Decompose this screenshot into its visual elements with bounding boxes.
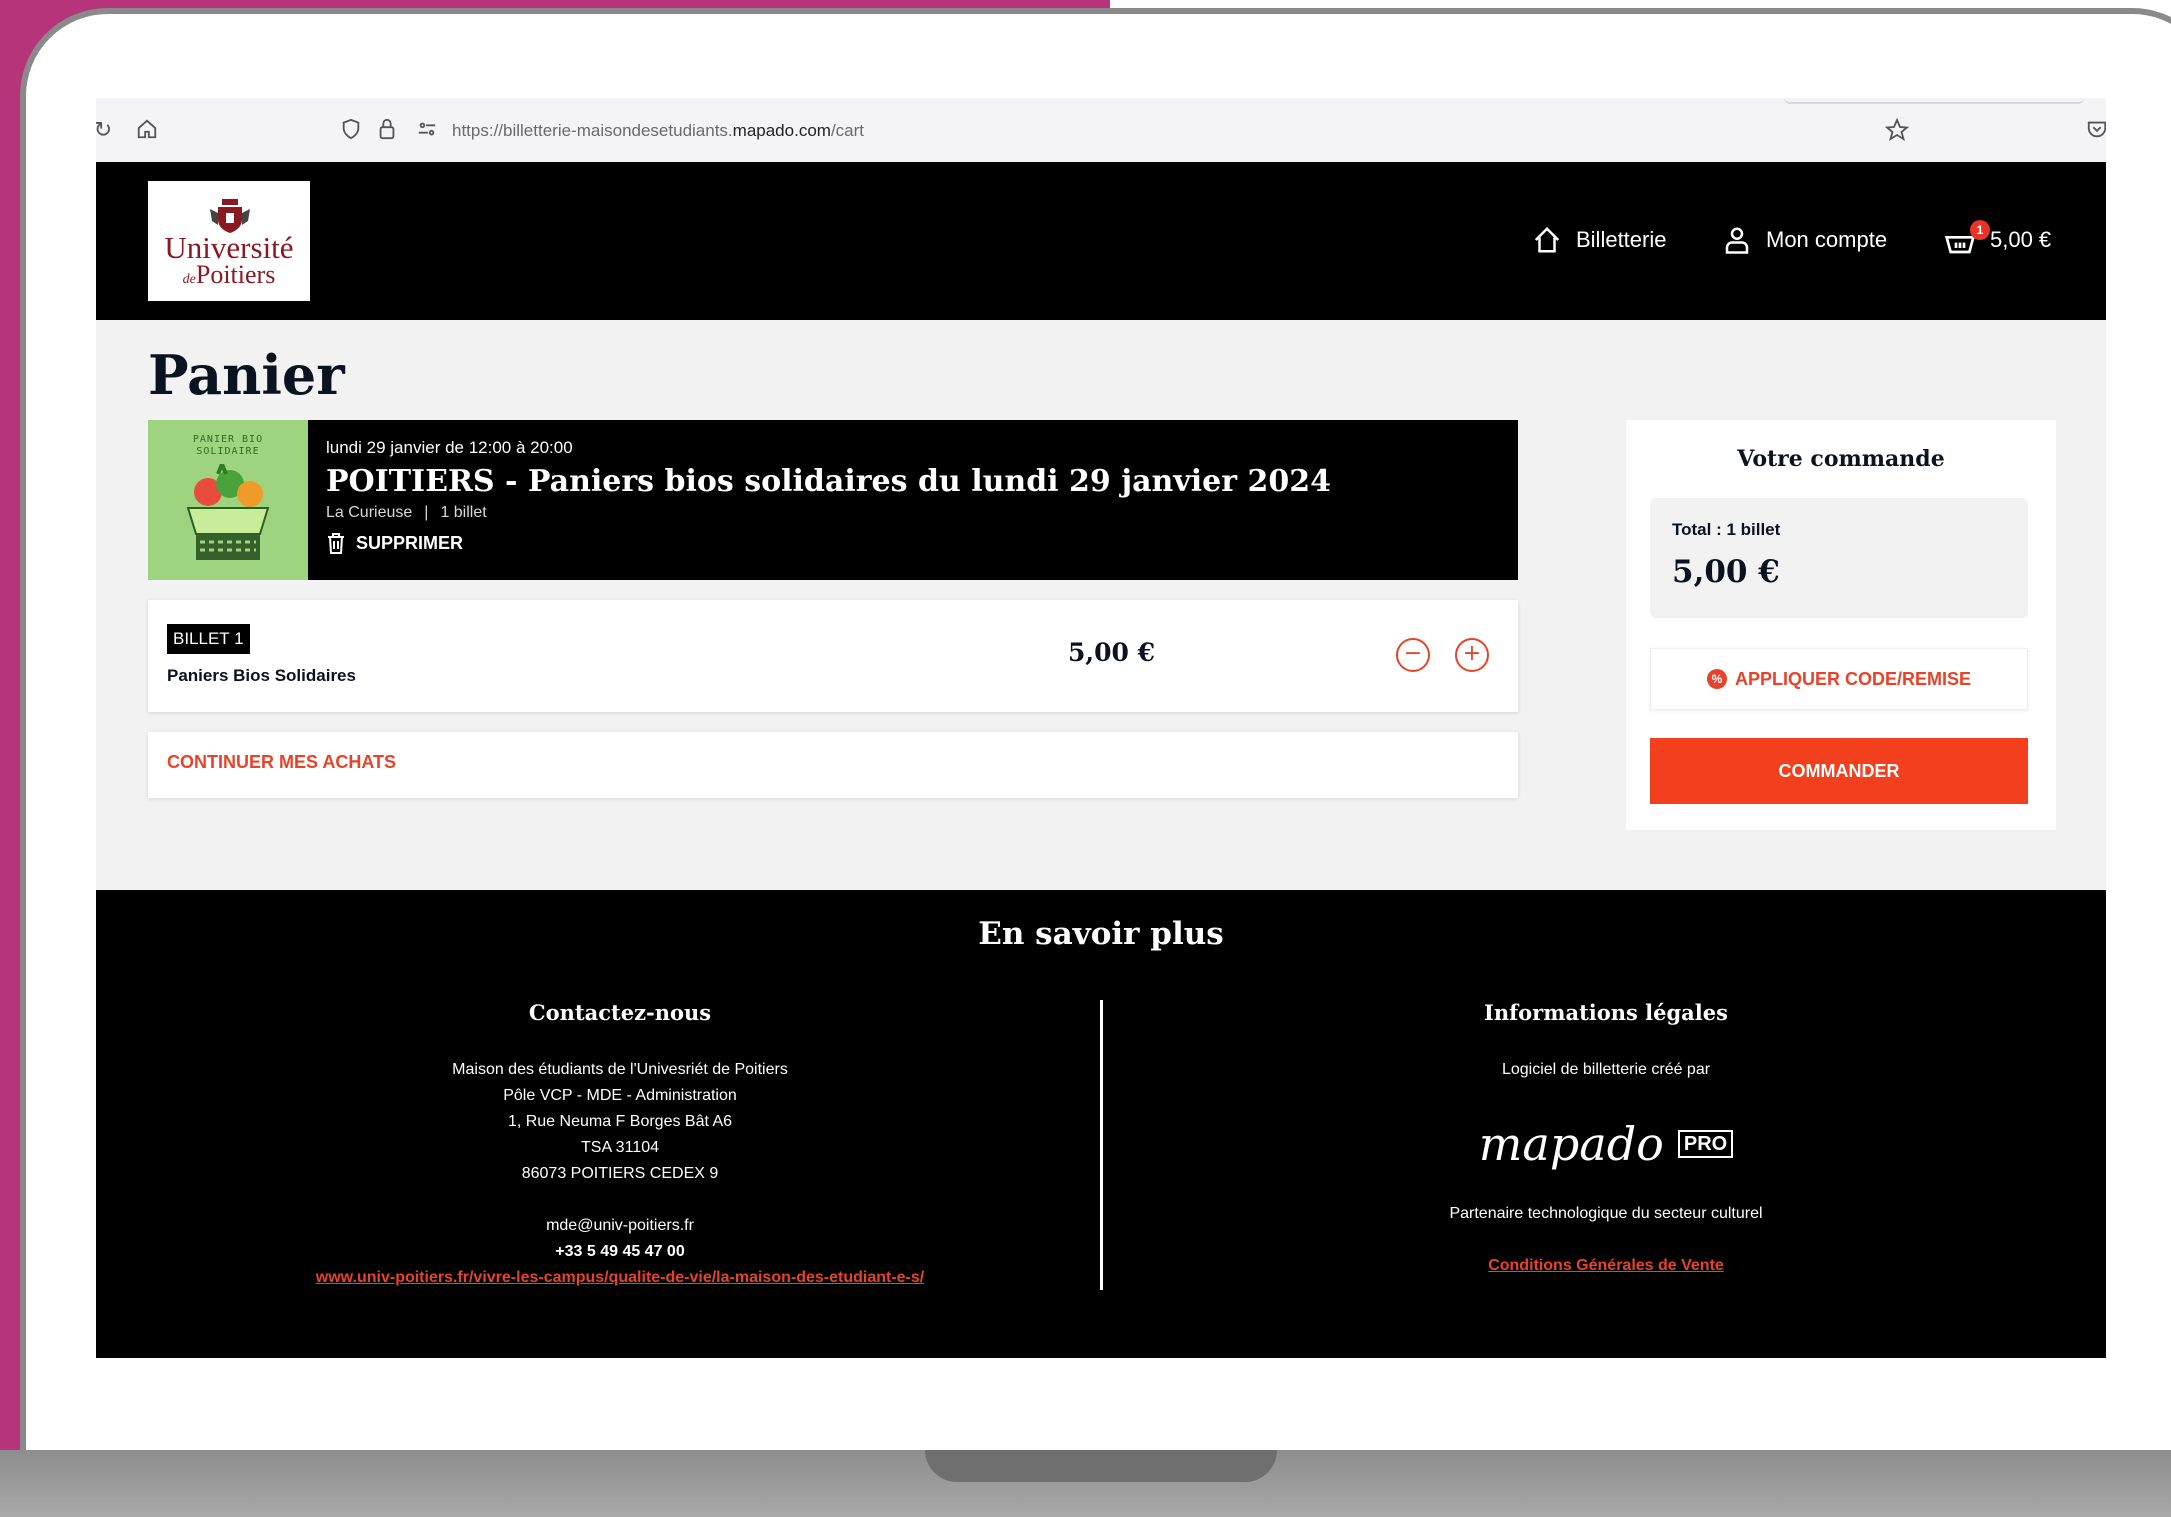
- shield-icon[interactable]: [338, 118, 364, 144]
- vegetable-basket-icon: [186, 464, 270, 560]
- logo-line2-name: Poitiers: [195, 260, 276, 289]
- mapado-pro-badge: PRO: [1677, 1130, 1734, 1158]
- contact-email[interactable]: mde@univ-poitiers.fr: [140, 1213, 1100, 1239]
- nav-account[interactable]: Mon compte: [1722, 220, 1887, 260]
- cgv-link[interactable]: Conditions Générales de Vente: [1126, 1253, 2086, 1279]
- contact-title: Contactez-nous: [528, 1000, 712, 1025]
- ticket-name: Paniers Bios Solidaires: [167, 666, 356, 685]
- event-meta: La Curieuse | 1 billet: [326, 504, 487, 522]
- trash-icon: [328, 533, 344, 554]
- order-summary-panel: Votre commande Total : 1 billet 5,00 € %…: [1626, 420, 2056, 830]
- event-card: PANIER BIO SOLIDAIRE lundi 29 janvier de…: [148, 420, 1518, 580]
- contact-website-link[interactable]: www.univ-poitiers.fr/vivre-les-campus/qu…: [140, 1265, 1100, 1291]
- nav-billetterie[interactable]: Billetterie: [1532, 220, 1666, 260]
- contact-phone[interactable]: +33 5 49 45 47 00: [140, 1239, 1100, 1265]
- legal-created-by: Logiciel de billetterie créé par: [1501, 1061, 1711, 1078]
- permissions-icon[interactable]: [414, 118, 440, 144]
- footer-legal: Informations légales Logiciel de billett…: [1126, 1000, 2086, 1279]
- url-prefix: https://billetterie-maisondesetudiants.: [452, 121, 733, 140]
- home-icon: [1534, 226, 1560, 253]
- cart-total: 5,00 €: [1990, 227, 2052, 252]
- continue-shopping-button[interactable]: CONTINUER MES ACHATS: [148, 732, 1518, 798]
- increase-quantity-button[interactable]: +: [1455, 638, 1489, 672]
- nav-account-label: Mon compte: [1766, 227, 1888, 252]
- mapado-logo[interactable]: mapado PRO: [1126, 1119, 2086, 1169]
- ticket-tag: BILLET 1: [167, 624, 250, 654]
- ticket-row: BILLET 1 Paniers Bios Solidaires 5,00 € …: [148, 600, 1518, 712]
- order-total-label: Total : 1 billet: [1672, 520, 1781, 539]
- order-button[interactable]: COMMANDER: [1650, 738, 2028, 804]
- order-title: Votre commande: [1737, 446, 1945, 472]
- address-bar[interactable]: https://billetterie-maisondesetudiants.m…: [452, 118, 864, 144]
- footer-title: En savoir plus: [978, 916, 1224, 952]
- contact-line: 1, Rue Neuma F Borges Bât A6: [507, 1113, 733, 1130]
- order-total-value: 5,00 €: [1672, 554, 1780, 590]
- lock-icon[interactable]: [374, 118, 400, 144]
- laptop-notch: [925, 1450, 1277, 1482]
- university-logo[interactable]: Université dePoitiers: [148, 181, 310, 301]
- logo-line2: dePoitiers: [156, 261, 302, 294]
- event-venue: La Curieuse: [326, 504, 413, 521]
- contact-line: 86073 POITIERS CEDEX 9: [521, 1165, 719, 1182]
- page-title: Panier: [148, 343, 345, 407]
- cart-main: Panier PANIER BIO SOLIDAIRE lundi 29 jan…: [96, 320, 2106, 890]
- user-icon: [1725, 227, 1749, 254]
- event-title: POITIERS - Paniers bios solidaires du lu…: [326, 464, 1331, 499]
- nav-billetterie-label: Billetterie: [1576, 227, 1667, 252]
- nav-cart[interactable]: 1 5,00 €: [1944, 220, 2051, 260]
- order-total-box: Total : 1 billet 5,00 €: [1650, 498, 2028, 618]
- mapado-wordmark: mapado: [1478, 1117, 1664, 1171]
- event-meta-separator: |: [424, 504, 429, 521]
- browser-tab[interactable]: [1784, 98, 2084, 104]
- crest-icon: [210, 199, 250, 233]
- reload-icon[interactable]: ↻: [96, 118, 116, 144]
- legal-partner: Partenaire technologique du secteur cult…: [1449, 1205, 1763, 1222]
- contact-line: Maison des étudiants de l'Univesriét de …: [452, 1061, 788, 1078]
- continue-shopping-label: CONTINUER MES ACHATS: [167, 752, 396, 772]
- event-thumbnail[interactable]: PANIER BIO SOLIDAIRE: [148, 420, 308, 580]
- ticket-price: 5,00 €: [1068, 638, 1155, 667]
- discount-icon: %: [1706, 669, 1727, 689]
- contact-line: TSA 31104: [581, 1139, 659, 1156]
- event-thumbnail-label: PANIER BIO SOLIDAIRE: [192, 434, 264, 457]
- cart-icon-wrap: 1: [1944, 220, 1990, 256]
- url-path: /cart: [830, 121, 864, 140]
- footer-divider: [1100, 1000, 1103, 1290]
- pocket-icon[interactable]: [2084, 118, 2106, 144]
- decrease-quantity-button[interactable]: −: [1396, 638, 1430, 672]
- screen: ↻ https://billetterie-maisondesetudiants…: [96, 98, 2106, 1358]
- home-icon[interactable]: [134, 118, 160, 144]
- url-domain: mapado.com: [732, 121, 831, 140]
- browser-toolbar: ↻ https://billetterie-maisondesetudiants…: [96, 98, 2106, 162]
- delete-button[interactable]: SUPPRIMER: [326, 532, 463, 554]
- contact-line: Pôle VCP - MDE - Administration: [503, 1087, 737, 1104]
- apply-code-label: APPLIQUER CODE/REMISE: [1734, 668, 1972, 689]
- site-header: Université dePoitiers Billetterie Mon co…: [96, 162, 2106, 320]
- event-date: lundi 29 janvier de 12:00 à 20:00: [326, 438, 573, 457]
- event-ticket-count: 1 billet: [440, 504, 487, 521]
- apply-code-button[interactable]: % APPLIQUER CODE/REMISE: [1650, 648, 2028, 710]
- delete-label: SUPPRIMER: [356, 532, 464, 553]
- legal-title: Informations légales: [1484, 1000, 1728, 1025]
- site-footer: En savoir plus Contactez-nous Maison des…: [96, 890, 2106, 1358]
- footer-contact: Contactez-nous Maison des étudiants de l…: [140, 1000, 1100, 1291]
- logo-line2-prefix: de: [182, 272, 196, 287]
- bookmark-star-icon[interactable]: [1884, 117, 1910, 144]
- cart-count-badge: 1: [1970, 220, 1990, 240]
